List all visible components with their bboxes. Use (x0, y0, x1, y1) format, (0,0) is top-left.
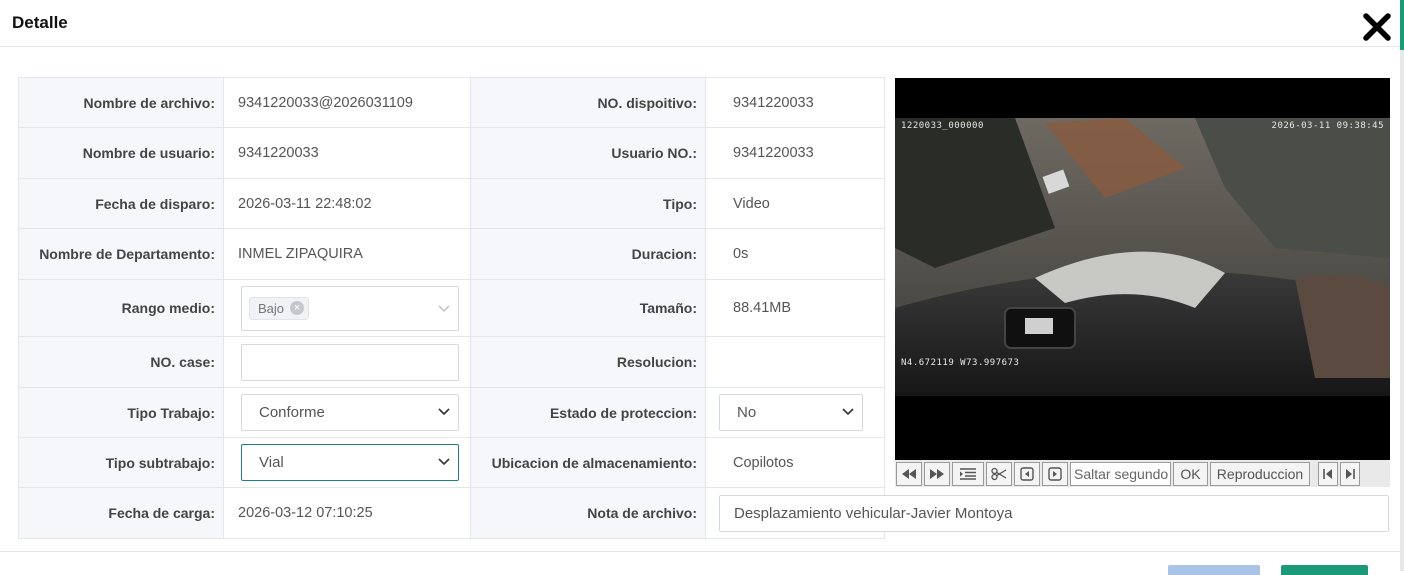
selected-tag: Bajo × (249, 296, 310, 320)
media-range-select[interactable]: Bajo × (241, 285, 459, 331)
field-label: NO. dispoitivo: (470, 77, 706, 128)
table-row: Tipo Trabajo: Conforme Estado de protecc… (18, 387, 885, 438)
chevron-down-icon (438, 305, 450, 312)
osd-gps: N4.672119 W73.997673 (901, 358, 1020, 368)
prev-frame-icon[interactable] (1014, 461, 1040, 486)
rewind-icon[interactable] (896, 461, 922, 486)
table-row: Nombre de archivo: 9341220033@2026031109… (18, 77, 885, 128)
detail-table: Nombre de archivo: 9341220033@2026031109… (18, 77, 1389, 539)
field-label: Tipo subtrabajo: (18, 437, 224, 488)
video-player[interactable]: 1220033_000000 2026-03-11 09:38:45 N4.67… (895, 78, 1390, 460)
work-type-select[interactable]: Conforme (241, 394, 459, 431)
type-value: Video (733, 195, 770, 212)
work-type-selected: Conforme (259, 404, 325, 421)
upload-date-value: 2026-03-12 07:10:25 (238, 505, 373, 521)
skip-start-icon[interactable] (1318, 461, 1338, 486)
field-label: Nota de archivo: (470, 487, 706, 539)
seek-ok-button[interactable]: OK (1173, 461, 1208, 486)
save-button[interactable] (1281, 565, 1368, 575)
field-label: Fecha de carga: (18, 487, 224, 539)
playback-button[interactable]: Reproduccion (1210, 461, 1310, 486)
cancel-button[interactable] (1168, 565, 1260, 575)
dialog-title: Detalle (12, 13, 68, 32)
scrollbar-accent (1400, 0, 1404, 50)
filename-value: 9341220033@2026031109 (238, 94, 413, 111)
field-label: Nombre de archivo: (18, 77, 224, 128)
table-row: NO. case: Resolucion: (18, 336, 885, 388)
trigger-date-value: 2026-03-11 22:48:02 (238, 195, 372, 212)
fast-forward-icon[interactable] (924, 461, 950, 486)
table-row: Nombre de usuario: 9341220033 Usuario NO… (18, 127, 885, 179)
user-no-value: 9341220033 (733, 145, 814, 161)
video-frame (895, 78, 1390, 460)
field-label: Usuario NO.: (470, 127, 706, 179)
chevron-down-icon (438, 458, 450, 466)
table-row: Tipo subtrabajo: Vial Ubicacion de almac… (18, 437, 885, 488)
duration-value: 0s (733, 246, 749, 262)
field-label: Tipo Trabajo: (18, 387, 224, 438)
field-label: Fecha de disparo: (18, 178, 224, 229)
table-row: Fecha de carga: 2026-03-12 07:10:25 Nota… (18, 487, 1389, 539)
chevron-down-icon (438, 408, 450, 416)
table-row: Fecha de disparo: 2026-03-11 22:48:02 Ti… (18, 178, 885, 229)
case-no-input[interactable] (241, 343, 459, 381)
field-label: Tamaño: (470, 279, 706, 337)
file-note-input[interactable]: Desplazamiento vehicular-Javier Montoya (719, 494, 1389, 532)
close-icon[interactable] (1360, 10, 1394, 44)
field-label: NO. case: (18, 336, 224, 388)
field-label: Duracion: (470, 228, 706, 280)
skip-end-icon[interactable] (1340, 461, 1360, 486)
field-label: Nombre de Departamento: (18, 228, 224, 280)
playlist-icon[interactable] (952, 461, 984, 486)
footer-divider (0, 551, 1400, 552)
field-label: Estado de proteccion: (470, 387, 706, 438)
field-label: Resolucion: (470, 336, 706, 388)
size-value: 88.41MB (733, 300, 792, 316)
subwork-type-select[interactable]: Vial (241, 444, 459, 481)
device-no-value: 9341220033 (733, 94, 814, 111)
player-controls: Saltar segundo OK Reproduccion (895, 460, 1390, 487)
username-value: 9341220033 (238, 145, 319, 161)
next-frame-icon[interactable] (1042, 461, 1068, 486)
scissors-icon[interactable] (986, 461, 1012, 486)
field-label: Tipo: (470, 178, 706, 229)
osd-timestamp: 2026-03-11 09:38:45 (1271, 121, 1384, 131)
protection-state-select[interactable]: No (719, 394, 863, 431)
tag-label: Bajo (258, 300, 285, 316)
seek-seconds-input[interactable]: Saltar segundo (1070, 461, 1171, 486)
protection-state-selected: No (737, 404, 757, 421)
table-row: Rango medio: Bajo × Tamaño: 88.41MB (18, 279, 885, 337)
scrollbar-track[interactable] (1400, 50, 1404, 571)
osd-camera-id: 1220033_000000 (901, 121, 984, 131)
field-label: Ubicacion de almacenamiento: (470, 437, 706, 488)
dialog-header: Detalle (0, 0, 1400, 47)
storage-location-value: Copilotos (733, 454, 794, 471)
field-label: Nombre de usuario: (18, 127, 224, 179)
department-value: INMEL ZIPAQUIRA (238, 246, 363, 262)
subwork-type-selected: Vial (259, 454, 284, 471)
field-label: Rango medio: (18, 279, 224, 337)
chevron-down-icon (842, 408, 854, 416)
table-row: Nombre de Departamento: INMEL ZIPAQUIRA … (18, 228, 885, 280)
tag-remove-icon[interactable]: × (290, 301, 305, 315)
